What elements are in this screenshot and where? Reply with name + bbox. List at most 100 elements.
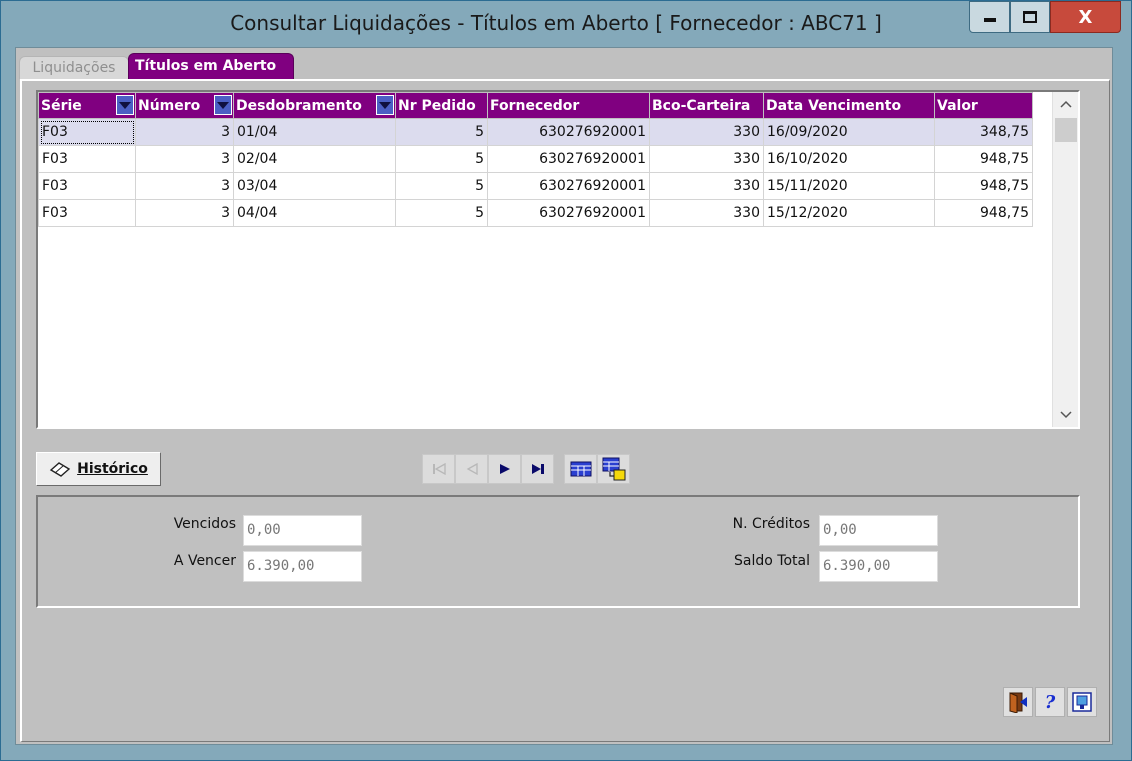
- cell-fornecedor[interactable]: 630276920001: [487, 145, 650, 173]
- historico-button[interactable]: Histórico: [36, 452, 161, 486]
- table-export-icon: [602, 457, 625, 481]
- cell-valor[interactable]: 348,75: [934, 118, 1033, 146]
- scroll-up-button[interactable]: [1053, 92, 1078, 116]
- close-button[interactable]: X: [1050, 1, 1121, 33]
- column-header-label: Número: [138, 97, 201, 114]
- maximize-button[interactable]: [1010, 1, 1050, 33]
- skip-last-icon: [531, 464, 544, 474]
- client-area: Liquidações Títulos em Aberto Série Núme: [15, 47, 1113, 745]
- historico-label: Histórico: [77, 461, 148, 477]
- column-filter-dropdown[interactable]: [214, 95, 232, 115]
- column-header-label: Série: [41, 97, 82, 114]
- cell-nr-pedido[interactable]: 5: [395, 172, 488, 200]
- skip-first-icon: [432, 463, 446, 475]
- cell-fornecedor[interactable]: 630276920001: [487, 118, 650, 146]
- last-record-button[interactable]: [521, 454, 554, 484]
- data-table: Série Número Desdobramento Nr Pedido For…: [38, 92, 1033, 227]
- table-row[interactable]: F03 3 03/04 5 630276920001 330 15/11/202…: [38, 172, 1033, 200]
- vencidos-label: Vencidos: [173, 516, 236, 532]
- column-header-nr-pedido[interactable]: Nr Pedido: [395, 92, 488, 119]
- column-filter-dropdown[interactable]: [376, 95, 394, 115]
- settings-button[interactable]: [1067, 687, 1097, 717]
- minimize-button[interactable]: [969, 1, 1010, 33]
- triangle-down-icon: [217, 101, 229, 109]
- triangle-down-icon: [379, 101, 391, 109]
- title-bar[interactable]: Consultar Liquidações - Títulos em Abert…: [1, 1, 1131, 47]
- saldo-total-field[interactable]: 6.390,00: [819, 551, 938, 582]
- cell-valor[interactable]: 948,75: [934, 145, 1033, 173]
- column-header-fornecedor[interactable]: Fornecedor: [487, 92, 650, 119]
- cell-valor[interactable]: 948,75: [934, 199, 1033, 227]
- cell-desdobramento[interactable]: 04/04: [233, 199, 396, 227]
- cell-nr-pedido[interactable]: 5: [395, 145, 488, 173]
- cell-numero[interactable]: 3: [135, 145, 234, 173]
- column-header-data-vencimento[interactable]: Data Vencimento: [763, 92, 935, 119]
- column-header-numero[interactable]: Número: [135, 92, 234, 119]
- tab-panel: Série Número Desdobramento Nr Pedido For…: [20, 79, 1110, 742]
- next-record-button[interactable]: [488, 454, 521, 484]
- cell-serie[interactable]: F03: [38, 172, 136, 200]
- vertical-scrollbar[interactable]: [1052, 92, 1078, 427]
- column-header-label: Desdobramento: [236, 97, 362, 114]
- vencidos-field[interactable]: 0,00: [243, 515, 362, 546]
- cell-serie[interactable]: F03: [38, 118, 136, 146]
- first-record-button[interactable]: [422, 454, 455, 484]
- cell-numero[interactable]: 3: [135, 199, 234, 227]
- cell-nr-pedido[interactable]: 5: [395, 199, 488, 227]
- question-mark-icon: ?: [1044, 691, 1056, 713]
- table-icon: [570, 461, 591, 477]
- cell-numero[interactable]: 3: [135, 118, 234, 146]
- cell-data-vencimento[interactable]: 15/11/2020: [763, 172, 935, 200]
- cell-bco-carteira[interactable]: 330: [649, 118, 764, 146]
- cell-data-vencimento[interactable]: 15/12/2020: [763, 199, 935, 227]
- column-header-valor[interactable]: Valor: [934, 92, 1033, 119]
- tab-titulos-em-aberto[interactable]: Títulos em Aberto: [128, 53, 294, 79]
- cell-bco-carteira[interactable]: 330: [649, 199, 764, 227]
- cell-desdobramento[interactable]: 02/04: [233, 145, 396, 173]
- app-window: Consultar Liquidações - Títulos em Abert…: [0, 0, 1132, 761]
- previous-record-button[interactable]: [455, 454, 488, 484]
- header-row: Série Número Desdobramento Nr Pedido For…: [38, 92, 1033, 119]
- cell-serie[interactable]: F03: [38, 199, 136, 227]
- table-row[interactable]: F03 3 04/04 5 630276920001 330 15/12/202…: [38, 199, 1033, 227]
- table-row[interactable]: F03 3 01/04 5 630276920001 330 16/09/202…: [38, 118, 1033, 146]
- tab-liquidacoes[interactable]: Liquidações: [19, 56, 129, 79]
- n-creditos-field[interactable]: 0,00: [819, 515, 938, 546]
- column-filter-dropdown[interactable]: [116, 95, 134, 115]
- cell-fornecedor[interactable]: 630276920001: [487, 199, 650, 227]
- cell-nr-pedido[interactable]: 5: [395, 118, 488, 146]
- cell-numero[interactable]: 3: [135, 172, 234, 200]
- a-vencer-label: A Vencer: [173, 553, 236, 569]
- table-row[interactable]: F03 3 02/04 5 630276920001 330 16/10/202…: [38, 145, 1033, 173]
- export-grid-button[interactable]: [597, 454, 630, 484]
- grid-view-button[interactable]: [564, 454, 597, 484]
- cell-valor[interactable]: 948,75: [934, 172, 1033, 200]
- cell-serie[interactable]: F03: [38, 145, 136, 173]
- window-title: Consultar Liquidações - Títulos em Abert…: [230, 11, 882, 35]
- a-vencer-field[interactable]: 6.390,00: [243, 551, 362, 582]
- scroll-thumb[interactable]: [1055, 118, 1077, 142]
- column-header-desdobramento[interactable]: Desdobramento: [233, 92, 396, 119]
- record-navigator: [422, 454, 630, 484]
- triangle-down-icon: [119, 101, 131, 109]
- scroll-down-button[interactable]: [1053, 403, 1078, 427]
- cell-desdobramento[interactable]: 03/04: [233, 172, 396, 200]
- help-button[interactable]: ?: [1035, 687, 1065, 717]
- column-header-bco-carteira[interactable]: Bco-Carteira: [649, 92, 764, 119]
- cell-fornecedor[interactable]: 630276920001: [487, 172, 650, 200]
- minimize-icon: [983, 18, 996, 22]
- cell-data-vencimento[interactable]: 16/09/2020: [763, 118, 935, 146]
- titles-grid[interactable]: Série Número Desdobramento Nr Pedido For…: [36, 90, 1080, 429]
- config-screen-icon: [1072, 692, 1092, 712]
- cell-desdobramento[interactable]: 01/04: [233, 118, 396, 146]
- cell-bco-carteira[interactable]: 330: [649, 145, 764, 173]
- exit-button[interactable]: [1003, 687, 1033, 717]
- close-icon: X: [1078, 6, 1093, 28]
- exit-door-icon: [1009, 692, 1027, 713]
- eraser-icon: [49, 462, 71, 477]
- next-icon: [499, 464, 510, 474]
- column-header-serie[interactable]: Série: [38, 92, 136, 119]
- cell-data-vencimento[interactable]: 16/10/2020: [763, 145, 935, 173]
- cell-bco-carteira[interactable]: 330: [649, 172, 764, 200]
